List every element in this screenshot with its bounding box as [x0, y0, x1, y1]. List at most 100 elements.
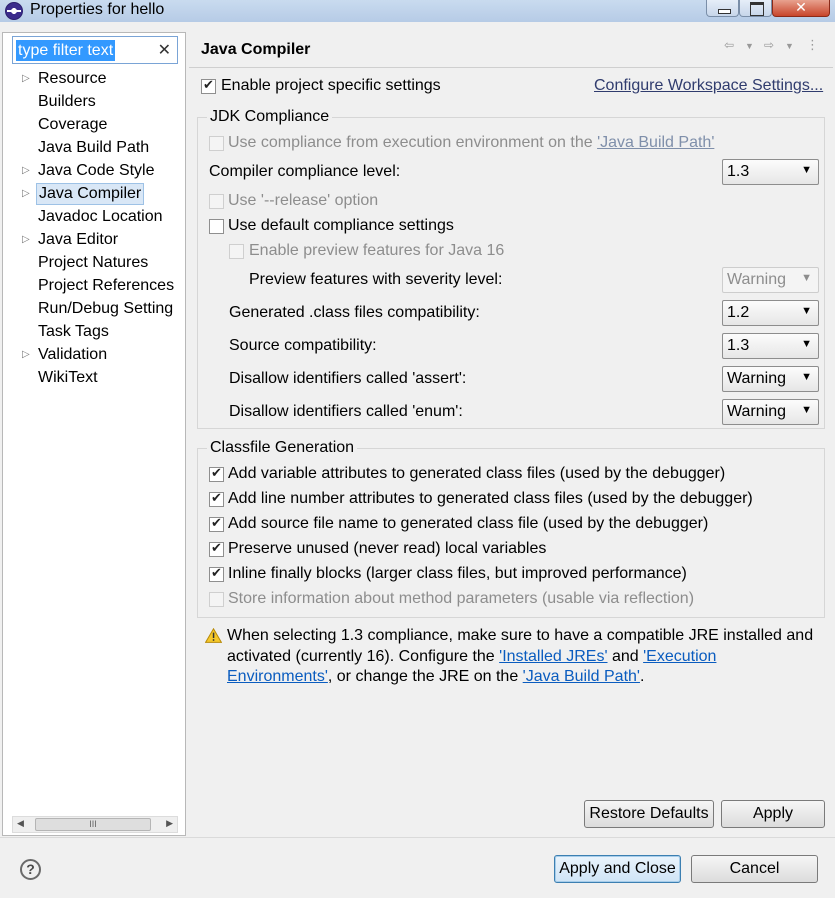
enable-preview-label: Enable preview features for Java 16	[249, 242, 505, 259]
sidebar-item-task-tags[interactable]: Task Tags	[3, 321, 185, 343]
sidebar-item-wikitext[interactable]: WikiText	[3, 367, 185, 389]
sidebar-item-label: Java Build Path	[38, 139, 150, 156]
classfile-option-checkbox[interactable]	[209, 490, 224, 507]
classfile-option-checkbox[interactable]	[209, 565, 224, 582]
disallow-enum-select[interactable]: Warning ▼	[722, 399, 819, 425]
page-title: Java Compiler	[201, 41, 311, 58]
chevron-down-icon: ▼	[801, 305, 812, 317]
generated-class-select[interactable]: 1.2 ▼	[722, 300, 819, 326]
source-compat-select[interactable]: 1.3 ▼	[722, 333, 819, 359]
classfile-option-label: Inline finally blocks (larger class file…	[228, 565, 687, 582]
sidebar-item-label: Task Tags	[38, 323, 109, 340]
filter-input[interactable]: type filter text ✕	[12, 36, 178, 64]
chevron-down-icon: ▼	[801, 404, 812, 416]
window-titlebar: Properties for hello	[0, 0, 835, 22]
filter-input-text: type filter text	[16, 40, 116, 61]
chevron-down-icon: ▼	[801, 164, 812, 176]
classfile-option-checkbox[interactable]	[209, 540, 224, 557]
sidebar-item-java-build-path[interactable]: Java Build Path	[3, 137, 185, 159]
generated-class-label: Generated .class files compatibility:	[229, 304, 480, 321]
sidebar-item-label: Builders	[38, 93, 96, 110]
compliance-from-env-checkbox[interactable]	[209, 136, 224, 151]
warning-text-part: and	[607, 647, 644, 665]
apply-button[interactable]: Apply	[721, 800, 825, 828]
title-separator	[189, 67, 833, 68]
disallow-assert-label: Disallow identifiers called 'assert':	[229, 370, 467, 387]
preview-severity-value: Warning	[727, 271, 786, 288]
sidebar-item-coverage[interactable]: Coverage	[3, 114, 185, 136]
sidebar-item-java-compiler[interactable]: ▷ Java Compiler	[3, 183, 185, 205]
scroll-right-icon[interactable]: ▶	[166, 818, 173, 829]
sidebar-item-label: Run/Debug Setting	[38, 300, 174, 317]
compiler-compliance-label: Compiler compliance level:	[209, 163, 401, 180]
sidebar-item-run-debug-setting[interactable]: Run/Debug Setting	[3, 298, 185, 320]
forward-icon[interactable]: ⇨	[764, 38, 774, 52]
installed-jres-link[interactable]: 'Installed JREs'	[499, 648, 607, 665]
sidebar-item-java-editor[interactable]: ▷ Java Editor	[3, 229, 185, 251]
classfile-option-label: Add line number attributes to generated …	[228, 490, 753, 507]
sidebar-item-label: Validation	[38, 346, 108, 363]
source-compat-value: 1.3	[727, 337, 750, 354]
restore-defaults-button[interactable]: Restore Defaults	[584, 800, 714, 828]
help-icon[interactable]: ?	[20, 859, 41, 880]
use-release-label: Use '--release' option	[228, 192, 379, 209]
configure-workspace-link[interactable]: Configure Workspace Settings...	[594, 77, 823, 95]
view-menu-icon[interactable]: ⋮	[806, 37, 819, 53]
back-icon[interactable]: ⇦	[724, 38, 734, 52]
disallow-enum-label: Disallow identifiers called 'enum':	[229, 403, 463, 420]
compliance-warning-text: When selecting 1.3 compliance, make sure…	[227, 626, 823, 688]
eclipse-app-icon	[5, 2, 23, 20]
expand-arrow-icon[interactable]: ▷	[22, 160, 30, 182]
expand-arrow-icon[interactable]: ▷	[22, 229, 30, 251]
use-release-checkbox[interactable]	[209, 194, 224, 209]
classfile-option-label: Add variable attributes to generated cla…	[228, 465, 726, 482]
sidebar-item-resource[interactable]: ▷ Resource	[3, 68, 185, 90]
cancel-button[interactable]: Cancel	[691, 855, 818, 883]
expand-arrow-icon[interactable]: ▷	[22, 183, 30, 205]
expand-arrow-icon[interactable]: ▷	[22, 68, 30, 90]
java-build-path-link[interactable]: 'Java Build Path'	[523, 668, 640, 685]
java-build-path-link-disabled: 'Java Build Path'	[597, 134, 715, 151]
sidebar-item-javadoc-location[interactable]: Javadoc Location	[3, 206, 185, 228]
disallow-assert-value: Warning	[727, 370, 786, 387]
maximize-button[interactable]	[739, 0, 772, 17]
sidebar-item-label: Java Editor	[38, 231, 119, 248]
disallow-enum-value: Warning	[727, 403, 786, 420]
close-window-button[interactable]	[772, 0, 830, 17]
forward-menu-icon[interactable]: ▼	[785, 41, 794, 51]
chevron-down-icon: ▼	[801, 272, 812, 284]
sidebar-item-validation[interactable]: ▷ Validation	[3, 344, 185, 366]
classfile-option-checkbox[interactable]	[209, 465, 224, 482]
disallow-assert-select[interactable]: Warning ▼	[722, 366, 819, 392]
sidebar-item-project-references[interactable]: Project References	[3, 275, 185, 297]
sidebar-item-label: Project Natures	[38, 254, 149, 271]
enable-project-settings-checkbox[interactable]	[201, 77, 216, 94]
chevron-down-icon: ▼	[801, 371, 812, 383]
preview-severity-select[interactable]: Warning ▼	[722, 267, 819, 293]
classfile-option-label: Store information about method parameter…	[228, 590, 695, 607]
enable-preview-checkbox[interactable]	[229, 244, 244, 259]
enable-project-settings-label: Enable project specific settings	[221, 77, 441, 94]
sidebar-item-java-code-style[interactable]: ▷ Java Code Style	[3, 160, 185, 182]
sidebar-item-label: Java Compiler	[36, 183, 145, 205]
generated-class-value: 1.2	[727, 304, 750, 321]
scrollbar-thumb[interactable]: III	[35, 818, 151, 831]
warning-text-part: .	[639, 668, 645, 685]
chevron-down-icon: ▼	[801, 338, 812, 350]
sidebar-item-builders[interactable]: Builders	[3, 91, 185, 113]
scroll-left-icon[interactable]: ◀	[17, 818, 24, 829]
compiler-compliance-select[interactable]: 1.3 ▼	[722, 159, 819, 185]
clear-filter-icon[interactable]: ✕	[158, 40, 171, 60]
use-default-compliance-checkbox[interactable]	[209, 219, 224, 234]
minimize-button[interactable]	[706, 0, 739, 17]
sidebar-item-label: Project References	[38, 277, 175, 294]
expand-arrow-icon[interactable]: ▷	[22, 344, 30, 366]
classfile-generation-heading: Classfile Generation	[207, 439, 358, 457]
horizontal-scrollbar[interactable]: ◀ III ▶	[12, 816, 178, 833]
back-menu-icon[interactable]: ▼	[745, 41, 754, 51]
apply-and-close-button[interactable]: Apply and Close	[554, 855, 681, 883]
classfile-option-checkbox[interactable]	[209, 515, 224, 532]
classfile-option-checkbox[interactable]	[209, 592, 224, 607]
sidebar-item-project-natures[interactable]: Project Natures	[3, 252, 185, 274]
dialog-footer: ? Apply and Close Cancel	[0, 837, 835, 898]
